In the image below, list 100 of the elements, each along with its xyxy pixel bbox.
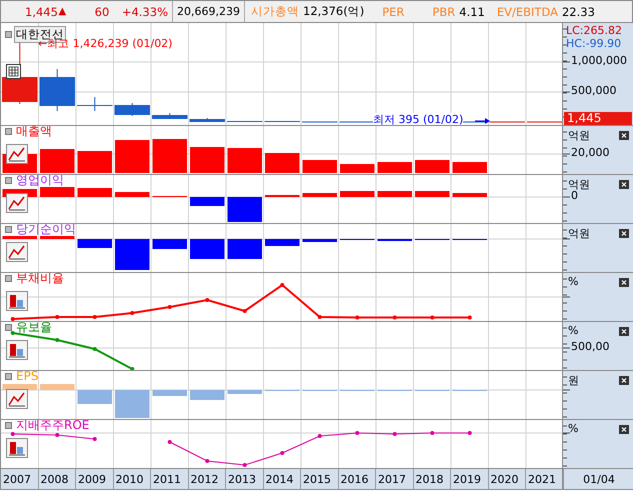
- lc-value: LC:265.82: [566, 24, 622, 37]
- bar: [415, 160, 450, 173]
- candle: [40, 68, 75, 112]
- close-icon[interactable]: [619, 376, 629, 385]
- bar: [228, 148, 262, 173]
- candle: [190, 118, 225, 122]
- data-point: [280, 451, 284, 455]
- data-point: [168, 440, 172, 444]
- unit-label: 억원: [568, 128, 590, 143]
- current-price-tag: 1,445: [564, 112, 632, 125]
- up-arrow-icon: ▲: [58, 6, 66, 17]
- data-point: [55, 315, 60, 319]
- data-point: [468, 316, 472, 320]
- year-label: 2014: [264, 469, 301, 489]
- line-chart-icon[interactable]: [6, 193, 28, 213]
- year-label: 2018: [414, 469, 451, 489]
- ev-ebitda-label: EV/EBITDA: [496, 4, 558, 18]
- low-note: 최저 395 (01/02): [373, 113, 464, 125]
- bar: [40, 236, 74, 239]
- volume-value: 20,669,239: [177, 5, 240, 18]
- axis-tick-label: 0: [571, 189, 578, 202]
- year-label: 2016: [338, 469, 376, 489]
- year-label: 2017: [376, 469, 414, 489]
- data-point: [10, 331, 15, 335]
- candle: [114, 102, 150, 116]
- indicator-name: 유보율: [16, 322, 52, 333]
- indicator-name: 영업이익: [16, 175, 64, 186]
- bar: [340, 191, 374, 197]
- market-cap-label: 시가총액: [251, 4, 299, 19]
- data-point: [355, 431, 360, 435]
- year-label: 2015: [301, 469, 338, 489]
- bar: [115, 239, 150, 270]
- line-chart-icon[interactable]: [6, 242, 28, 262]
- ev-ebitda-value: 22.33: [562, 4, 595, 18]
- grid-icon[interactable]: [6, 64, 21, 79]
- bar: [190, 197, 224, 206]
- unit-label: 원: [568, 373, 579, 388]
- unit-label: %: [568, 422, 578, 435]
- year-label: 2013: [226, 469, 264, 489]
- year-label: 2007: [1, 469, 38, 489]
- bar: [302, 193, 337, 197]
- axis-tick-label: 20,000: [571, 146, 610, 159]
- bar: [265, 239, 300, 246]
- close-icon[interactable]: [619, 327, 629, 336]
- unit-label: 억원: [568, 226, 590, 241]
- per-label: PER: [382, 4, 404, 18]
- data-point: [392, 432, 397, 436]
- bar: [228, 239, 262, 259]
- bar: [452, 193, 487, 197]
- bar: [40, 187, 74, 197]
- pbr-label: PBR: [432, 4, 456, 18]
- close-icon[interactable]: [619, 425, 629, 434]
- bar: [115, 192, 150, 197]
- data-point: [318, 434, 322, 438]
- close-icon[interactable]: [619, 229, 629, 238]
- bar: [378, 162, 412, 173]
- bar: [78, 239, 112, 248]
- data-point: [205, 298, 210, 302]
- year-label: 2010: [114, 469, 151, 489]
- data-point: [430, 316, 434, 320]
- close-icon[interactable]: [619, 131, 629, 140]
- bar: [78, 188, 112, 197]
- bar: [78, 151, 112, 173]
- bar: [302, 239, 337, 242]
- data-point: [318, 315, 322, 319]
- change-rate: +4.33%: [122, 4, 168, 18]
- bar-chart-icon[interactable]: [6, 438, 28, 458]
- arrow-icon: [474, 118, 490, 124]
- data-point: [92, 315, 97, 319]
- bar-chart-icon[interactable]: [6, 291, 28, 311]
- candle: [77, 96, 112, 112]
- data-point: [92, 347, 97, 351]
- market-cap-value: 12,376(억): [303, 4, 364, 19]
- indicator-name: EPS: [16, 371, 38, 382]
- data-point: [242, 463, 247, 467]
- bar: [115, 390, 150, 418]
- bar: [452, 162, 487, 173]
- bar: [190, 390, 224, 400]
- bar: [190, 239, 224, 259]
- bar: [2, 236, 37, 239]
- close-icon[interactable]: [619, 278, 629, 287]
- data-point: [10, 432, 15, 436]
- bar: [78, 390, 112, 404]
- unit-label: 억원: [568, 177, 590, 191]
- year-label: 2020: [488, 469, 526, 489]
- close-icon[interactable]: [619, 180, 629, 189]
- indicator-name: 매출액: [16, 126, 52, 137]
- axis-tick-label: 1,000,000: [571, 54, 627, 67]
- bar: [152, 390, 187, 396]
- bar: [152, 239, 187, 249]
- year-label: 2009: [76, 469, 114, 489]
- data-point: [392, 316, 397, 320]
- bar-chart-icon[interactable]: [6, 340, 28, 360]
- indicator-name: 당기순이익: [16, 224, 76, 235]
- bar: [152, 139, 187, 173]
- price-value: 1,445: [25, 4, 58, 18]
- line-chart-icon[interactable]: [6, 144, 28, 164]
- bar: [40, 384, 74, 390]
- hc-value: HC:-99.90: [566, 37, 622, 50]
- line-chart-icon[interactable]: [6, 389, 28, 409]
